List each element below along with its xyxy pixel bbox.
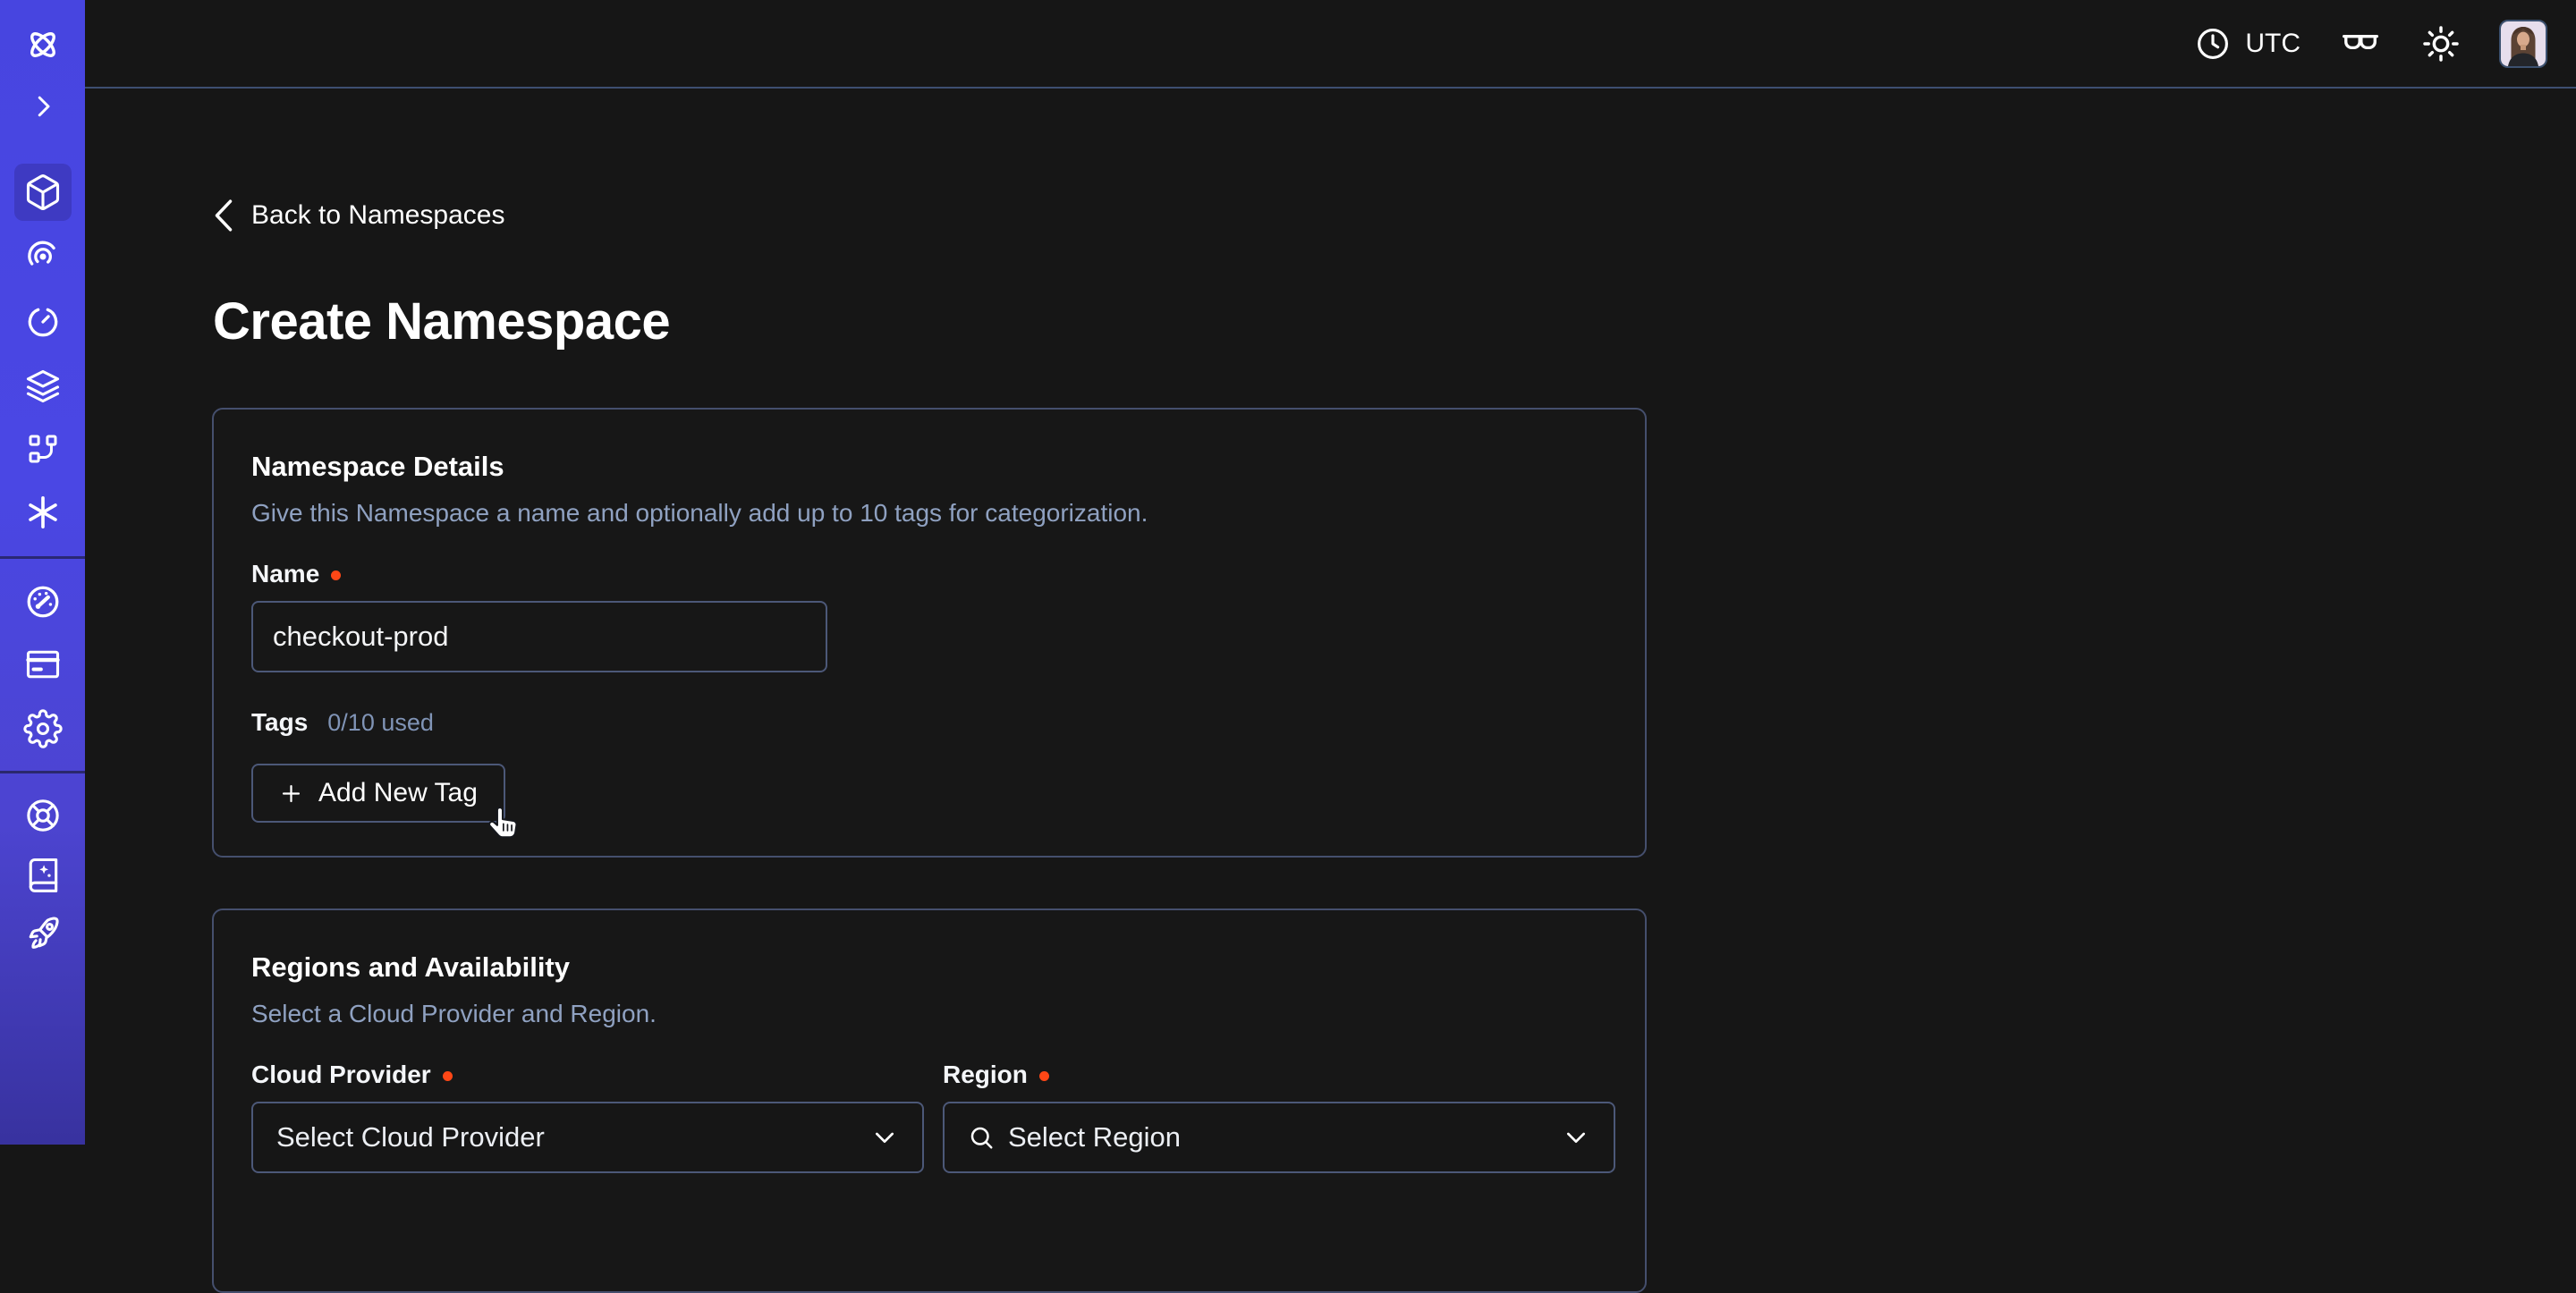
getting-started-rocket-icon [23,914,63,953]
name-field-label: Name [251,560,341,588]
support-lifebuoy-icon [23,796,63,835]
card-title: Regions and Availability [251,951,570,984]
back-to-namespaces-link[interactable]: Back to Namespaces [213,195,504,236]
sidebar-item-deployments[interactable] [14,420,72,477]
topbar: UTC [85,0,2576,89]
cloud-provider-label-text: Cloud Provider [251,1061,431,1089]
nexus-asterisk-icon [23,493,63,532]
timezone-label: UTC [2245,29,2301,59]
required-indicator [331,570,341,580]
temporal-logo-icon [22,24,64,65]
name-label-text: Name [251,560,319,588]
tags-label-row: Tags 0/10 used [251,708,434,737]
page-title: Create Namespace [213,292,670,351]
add-new-tag-button[interactable]: Add New Tag [251,764,505,823]
avatar-photo [2501,21,2546,66]
sun-icon [2420,23,2462,64]
required-indicator [1039,1071,1049,1081]
sidebar-divider [0,771,85,773]
plus-icon [279,782,303,806]
region-label: Region [943,1061,1615,1089]
sidebar-item-docs[interactable] [14,846,72,903]
cloud-provider-field: Cloud Provider Select Cloud Provider [251,1061,924,1173]
chevron-left-icon [213,198,234,233]
cloud-provider-label: Cloud Provider [251,1061,924,1089]
regions-availability-card: Regions and Availability Select a Cloud … [212,908,1647,1293]
clock-icon [2194,25,2232,63]
sidebar-item-usage[interactable] [14,573,72,630]
sidebar-expand-button[interactable] [14,78,72,135]
temporal-logo [14,16,72,73]
tags-counter: 0/10 used [327,709,434,737]
timezone-selector[interactable]: UTC [2194,25,2301,63]
card-subtitle: Select a Cloud Provider and Region. [251,1000,657,1028]
chevron-down-icon [1562,1123,1590,1152]
sidebar-item-settings[interactable] [14,700,72,757]
namespace-name-input[interactable] [251,601,827,672]
chevron-down-icon [870,1123,899,1152]
sidebar-item-getting-started[interactable] [14,905,72,962]
workflows-spiral-icon [23,237,63,276]
tags-label: Tags [251,708,308,737]
sidebar [0,0,85,1145]
region-fields: Cloud Provider Select Cloud Provider Reg… [251,1061,1615,1173]
sidebar-item-batch-operations[interactable] [14,358,72,415]
search-icon [968,1124,995,1151]
deployments-branch-icon [24,430,62,468]
accessibility-button[interactable] [2338,21,2383,66]
billing-card-icon [23,645,63,684]
sidebar-item-nexus[interactable] [14,484,72,541]
namespaces-cube-icon [23,173,63,212]
card-subtitle: Give this Namespace a name and optionall… [251,499,1148,528]
glasses-icon [2338,21,2383,66]
sidebar-item-schedules[interactable] [14,293,72,351]
schedules-timer-icon [23,302,63,342]
cloud-provider-placeholder: Select Cloud Provider [276,1121,545,1154]
chevron-right-icon [27,90,59,123]
sidebar-item-workflows[interactable] [14,228,72,285]
batch-layers-icon [23,367,63,406]
settings-gear-icon [23,709,63,748]
usage-gauge-icon [23,582,63,621]
sidebar-item-support[interactable] [14,787,72,844]
card-title: Namespace Details [251,451,504,483]
add-tag-label: Add New Tag [318,778,478,808]
sidebar-divider [0,556,85,559]
docs-book-icon [23,855,63,894]
sidebar-item-billing[interactable] [14,636,72,693]
create-namespace-page: { "topbar": { "timezone": "UTC", "icons"… [0,0,2576,1145]
region-field: Region Select Region [943,1061,1615,1173]
user-avatar[interactable] [2499,20,2547,68]
region-label-text: Region [943,1061,1028,1089]
region-select[interactable]: Select Region [943,1102,1615,1173]
theme-toggle-button[interactable] [2420,23,2462,64]
namespace-details-card: Namespace Details Give this Namespace a … [212,408,1647,858]
region-placeholder: Select Region [1008,1121,1181,1154]
cloud-provider-select[interactable]: Select Cloud Provider [251,1102,924,1173]
back-link-label: Back to Namespaces [251,200,504,231]
required-indicator [443,1071,453,1081]
sidebar-item-namespaces[interactable] [14,164,72,221]
